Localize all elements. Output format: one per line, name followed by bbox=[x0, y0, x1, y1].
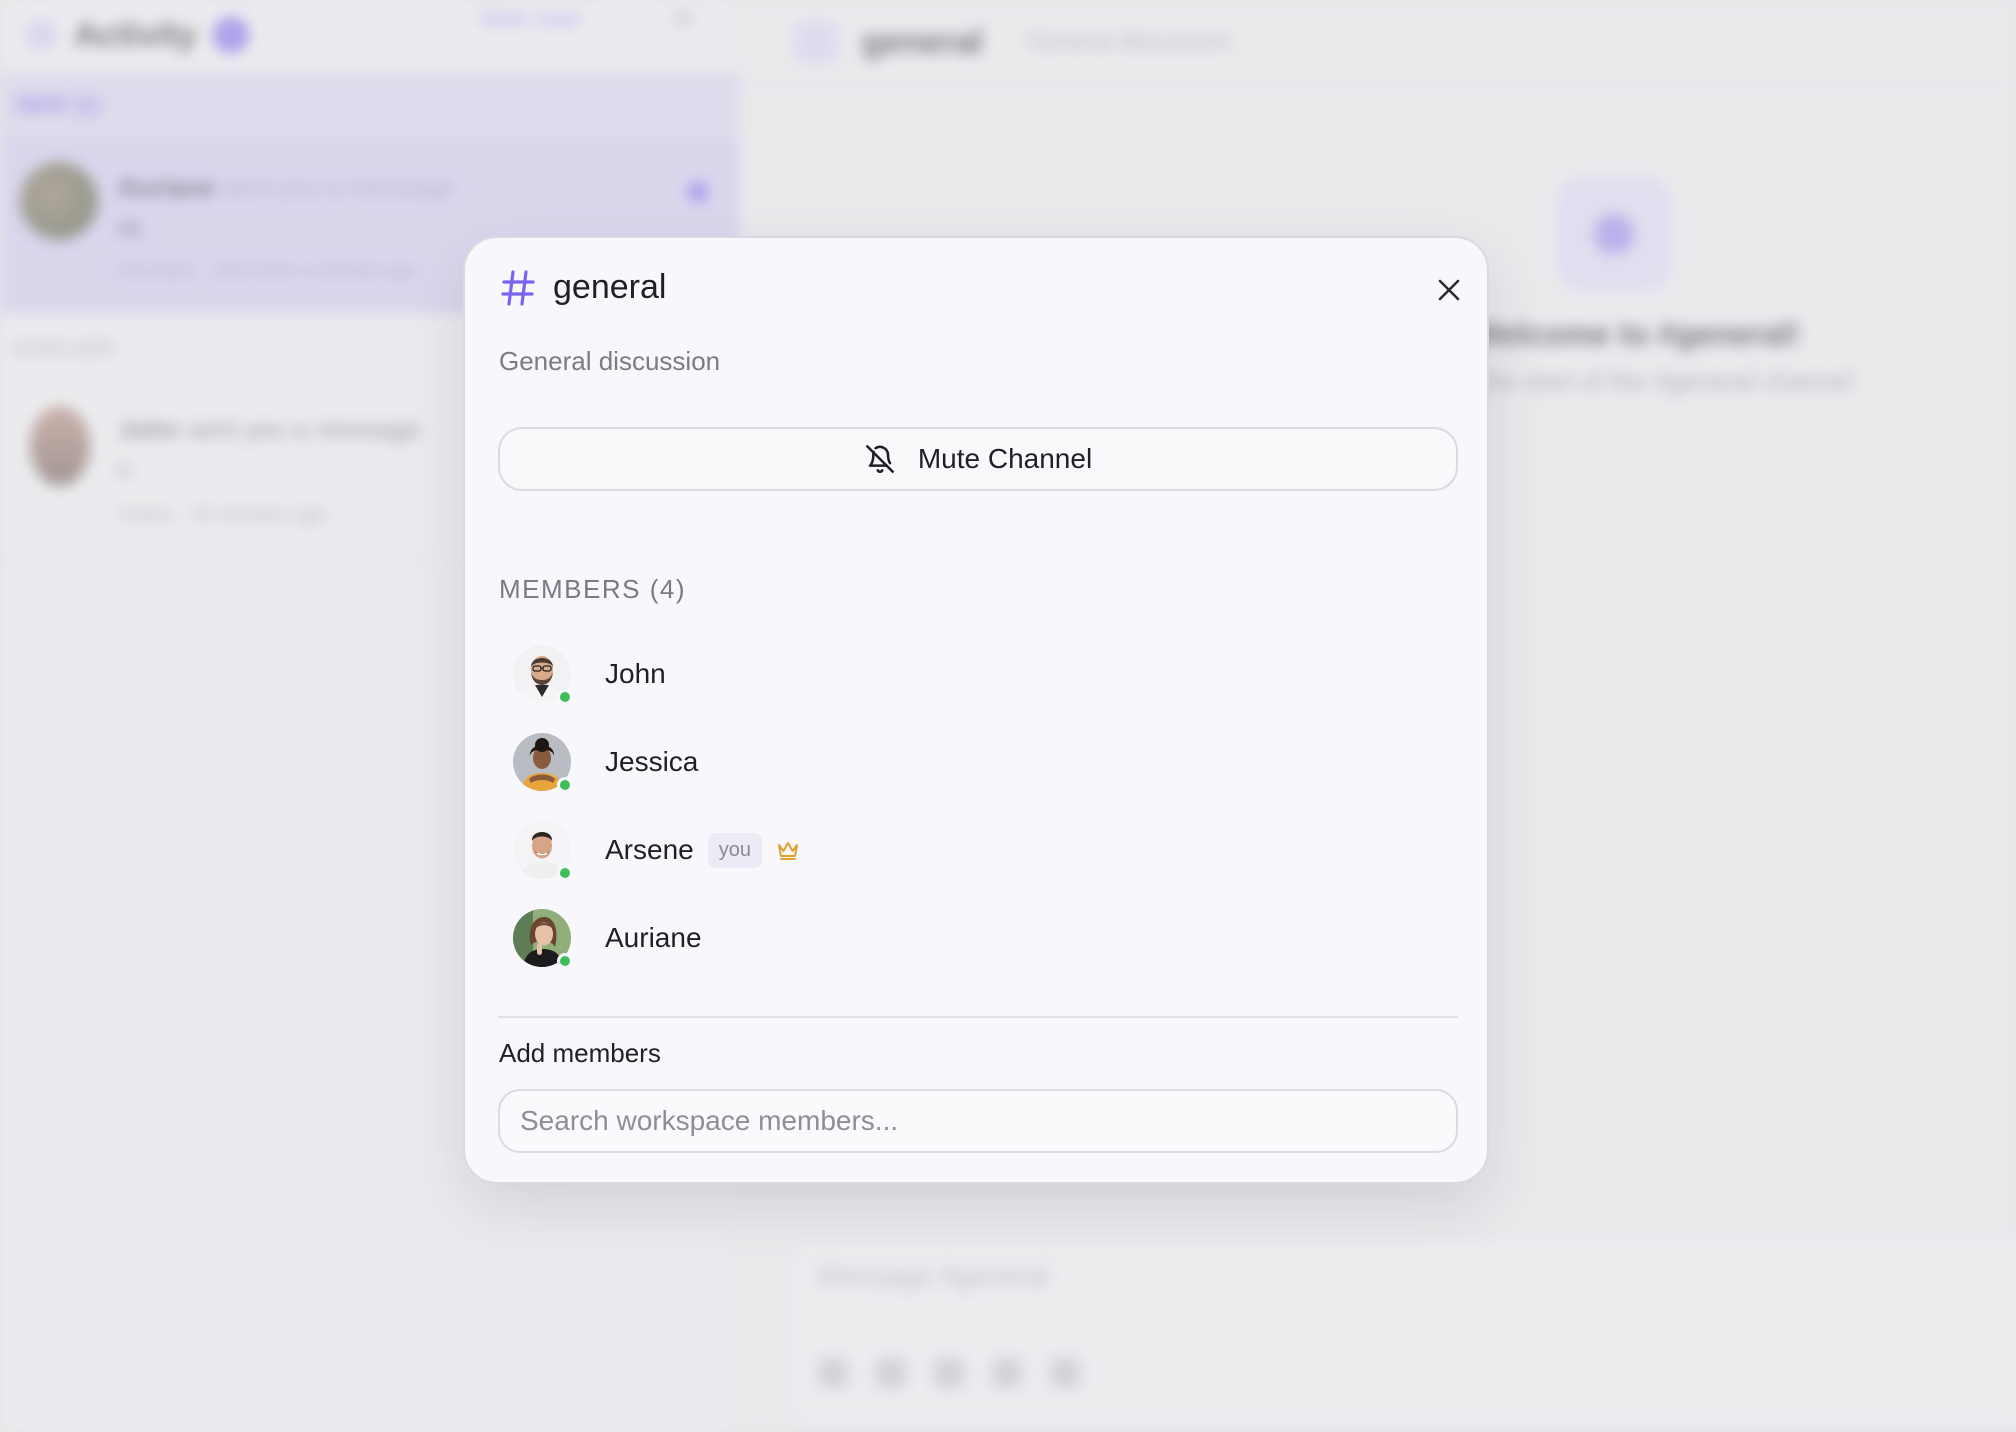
avatar bbox=[513, 821, 573, 881]
modal-header: general bbox=[501, 268, 666, 307]
crown-icon bbox=[777, 842, 798, 860]
avatar bbox=[513, 909, 573, 969]
member-name: Jessica bbox=[605, 746, 699, 777]
member-row[interactable]: Auriane bbox=[513, 906, 1113, 970]
modal-channel-description: General discussion bbox=[499, 346, 721, 376]
channel-details-modal: general General discussion Mute Channel … bbox=[463, 236, 1489, 1184]
online-status-dot bbox=[557, 953, 573, 969]
online-status-dot bbox=[557, 777, 573, 793]
close-button[interactable] bbox=[1429, 270, 1469, 310]
close-icon bbox=[1438, 279, 1460, 301]
search-members-input[interactable] bbox=[498, 1089, 1458, 1153]
online-status-dot bbox=[557, 865, 573, 881]
member-name: John bbox=[605, 658, 666, 689]
mute-channel-button[interactable]: Mute Channel bbox=[498, 427, 1458, 491]
mute-channel-label: Mute Channel bbox=[917, 443, 1093, 474]
members-label: MEMBERS bbox=[499, 574, 641, 604]
member-name: Arsene bbox=[605, 834, 694, 865]
member-row[interactable]: John bbox=[513, 642, 1113, 706]
avatar bbox=[513, 645, 573, 705]
section-divider bbox=[498, 1016, 1458, 1018]
online-status-dot bbox=[557, 689, 573, 705]
modal-channel-name: general bbox=[553, 268, 667, 306]
you-badge: you bbox=[707, 832, 762, 868]
hash-icon bbox=[501, 269, 535, 306]
members-heading: MEMBERS (4) bbox=[499, 574, 686, 605]
bell-off-icon bbox=[865, 445, 894, 473]
member-row[interactable]: Arsene you bbox=[513, 818, 1113, 882]
add-members-label: Add members bbox=[499, 1038, 661, 1068]
member-row[interactable]: Jessica bbox=[513, 730, 1113, 794]
avatar bbox=[513, 733, 573, 793]
members-count: (4) bbox=[649, 574, 686, 604]
member-name: Auriane bbox=[605, 922, 702, 953]
